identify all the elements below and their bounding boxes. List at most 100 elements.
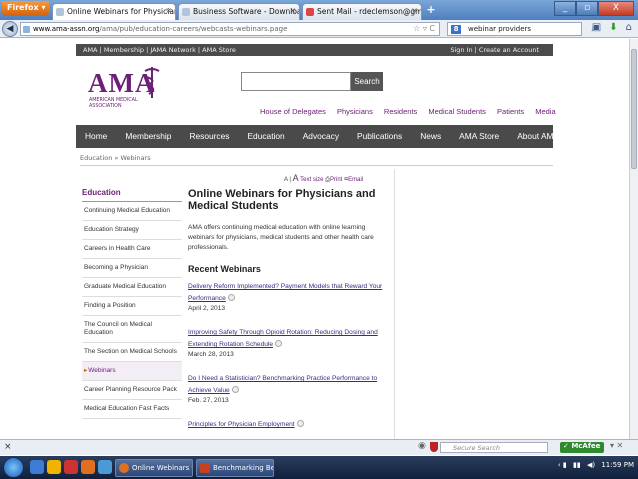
utility-strip: AMA | Membership | JAMA Network | AMA St… [76, 44, 553, 56]
sidebar-item-education-strategy[interactable]: Education Strategy [82, 221, 182, 240]
minimize-button[interactable]: _ [554, 1, 576, 16]
tab-close-icon[interactable]: × [411, 6, 418, 15]
secure-search-placeholder: Secure Search [453, 444, 501, 452]
page-scrollbar[interactable] [629, 39, 638, 439]
main-navigation: Home Membership Resources Education Advo… [76, 125, 559, 148]
info-icon[interactable] [231, 386, 239, 393]
firefox-icon [119, 463, 129, 473]
main-content: Online Webinars for Physicians and Medic… [188, 188, 392, 439]
nav-membership[interactable]: Membership [116, 125, 180, 148]
webinar-link[interactable]: Principles for Physician Employment [188, 421, 295, 428]
info-icon[interactable] [227, 294, 235, 301]
nav-advocacy[interactable]: Advocacy [294, 125, 348, 148]
folder-icon[interactable] [47, 460, 61, 474]
sidebar-item-careers[interactable]: Careers in Health Care [82, 240, 182, 259]
webinar-link[interactable]: Delivery Reform Implemented? Payment Mod… [188, 283, 382, 302]
scrollbar-thumb[interactable] [631, 49, 637, 169]
bookmarks-icon[interactable]: ▣ [592, 22, 601, 33]
taskbar-task-powerpoint[interactable]: Benchmarking Best ... [196, 459, 274, 477]
close-bar-icon[interactable]: × [4, 442, 12, 452]
maximize-button[interactable]: ▫ [576, 1, 598, 16]
nav-news[interactable]: News [411, 125, 450, 148]
nav-ama-store[interactable]: AMA Store [450, 125, 508, 148]
taskbar-task-firefox[interactable]: Online Webinars for... [115, 459, 193, 477]
webinar-item: Improving Safety Through Opioid Rotation… [188, 326, 392, 360]
explorer-icon[interactable] [30, 460, 44, 474]
home-icon[interactable]: ⌂ [626, 22, 632, 33]
tab-close-icon[interactable]: × [289, 6, 296, 15]
download-icon[interactable]: ⬇ [609, 22, 617, 33]
sidebar-item-career-planning[interactable]: Career Planning Resource Pack [82, 381, 182, 400]
site-search-input[interactable] [241, 72, 351, 91]
clock[interactable]: 11:59 PM [601, 461, 634, 469]
sidebar-item-fast-facts[interactable]: Medical Education Fast Facts [82, 400, 182, 419]
sidebar-item-cme[interactable]: Continuing Medical Education [82, 202, 182, 221]
close-window-button[interactable]: X [598, 1, 634, 16]
tab-gmail-sent[interactable]: Sent Mail - rdeclemson@gmail.com -... × [302, 3, 422, 20]
sign-in-link[interactable]: Sign In | Create an Account [450, 44, 539, 56]
sidebar-item-finding-position[interactable]: Finding a Position [82, 297, 182, 316]
nav-home[interactable]: Home [76, 125, 116, 148]
chrome-icon[interactable] [98, 460, 112, 474]
search-engine-icon[interactable]: 8 [451, 25, 461, 34]
sidebar-item-council[interactable]: The Council on Medical Education [82, 316, 182, 343]
media-icon[interactable] [64, 460, 78, 474]
link-residents[interactable]: Residents [384, 107, 417, 116]
utility-links[interactable]: AMA | Membership | JAMA Network | AMA St… [83, 46, 236, 54]
sidebar-item-gme[interactable]: Graduate Medical Education [82, 278, 182, 297]
nav-resources[interactable]: Resources [180, 125, 238, 148]
info-icon[interactable] [275, 340, 283, 347]
email-link[interactable]: Email [348, 177, 363, 183]
sidebar-heading[interactable]: Education [82, 188, 182, 202]
url-bar[interactable]: www.ama-assn.org/ama/pub/education-caree… [20, 22, 440, 36]
site-search-button[interactable]: Search [351, 72, 383, 91]
firefox-icon[interactable] [81, 460, 95, 474]
url-host: www.ama-assn.org [33, 25, 100, 33]
tab-business-software[interactable]: Business Software - Download "Top 1... × [178, 3, 300, 20]
browser-search-text: webinar providers [468, 25, 532, 33]
site-identity-icon[interactable] [23, 26, 30, 33]
text-size-label[interactable]: Text size [300, 177, 323, 183]
nav-education[interactable]: Education [238, 125, 293, 148]
nav-publications[interactable]: Publications [348, 125, 411, 148]
task-label: Online Webinars for... [132, 464, 192, 472]
recent-webinars-heading: Recent Webinars [188, 264, 261, 274]
tray-volume-icon[interactable]: ◀) [587, 461, 595, 469]
link-physicians[interactable]: Physicians [337, 107, 373, 116]
new-tab-button[interactable]: + [424, 4, 438, 18]
nav-about-ama[interactable]: About AMA [508, 125, 568, 148]
tray-arrows-icon[interactable]: ‹ ▮ [558, 461, 567, 469]
secure-search-input[interactable]: Secure Search [440, 442, 548, 453]
privacy-icon[interactable]: ◉ [418, 441, 426, 451]
bookmark-star-icon[interactable]: ☆ ▿ C [413, 24, 435, 33]
browser-search-bar[interactable]: 8 webinar providers ⌕ [447, 22, 597, 36]
breadcrumb[interactable]: Education » Webinars [80, 154, 151, 162]
tab-close-icon[interactable]: × [165, 6, 172, 15]
tab-favicon-icon [56, 8, 64, 16]
link-house-of-delegates[interactable]: House of Delegates [260, 107, 326, 116]
shield-icon[interactable] [430, 442, 438, 452]
addon-menu-icon[interactable]: ▾ ✕ [610, 441, 623, 450]
back-button[interactable]: ◀ [2, 21, 18, 37]
webinar-link[interactable]: Do I Need a Statistician? Benchmarking P… [188, 375, 377, 394]
sidebar-item-becoming-physician[interactable]: Becoming a Physician [82, 259, 182, 278]
info-icon[interactable] [296, 420, 304, 427]
add-on-bar: × ◉ Secure Search ✓ McAfee ▾ ✕ [0, 439, 638, 455]
webinar-link[interactable]: Improving Safety Through Opioid Rotation… [188, 329, 378, 348]
url-path: /ama/pub/education-careers/webcasts-webi… [99, 25, 288, 33]
link-medical-students[interactable]: Medical Students [428, 107, 486, 116]
toolbar-icons: ▣ ⬇ ⌂ [592, 22, 632, 33]
text-size-large-button[interactable]: A [293, 173, 299, 183]
tray-network-icon[interactable]: ▮▮ [573, 461, 581, 469]
sidebar-item-section-med-schools[interactable]: The Section on Medical Schools [82, 343, 182, 362]
tab-ama-webinars[interactable]: Online Webinars for Physicians and ... × [52, 3, 176, 20]
print-link[interactable]: Print [330, 177, 342, 183]
intro-text: AMA offers continuing medical education … [188, 224, 374, 251]
firefox-menu-button[interactable]: Firefox ▾ [2, 1, 49, 16]
sidebar-item-webinars[interactable]: Webinars [82, 362, 182, 381]
link-patients[interactable]: Patients [497, 107, 524, 116]
start-button[interactable] [3, 457, 24, 478]
link-media[interactable]: Media [535, 107, 555, 116]
mcafee-button[interactable]: ✓ McAfee [560, 442, 604, 453]
text-size-small-button[interactable]: A [284, 177, 288, 183]
